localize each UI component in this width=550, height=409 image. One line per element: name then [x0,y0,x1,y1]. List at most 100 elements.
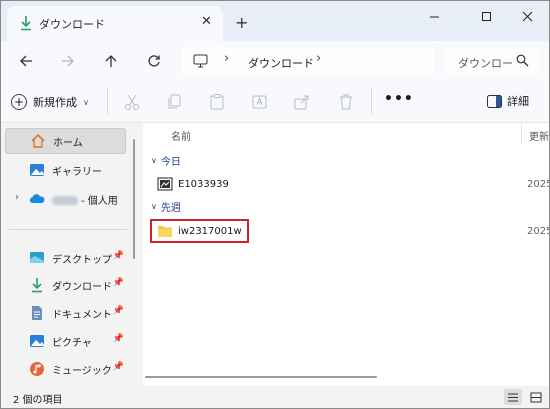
cut-icon[interactable] [123,93,141,111]
title-bar: ダウンロード ✕ + [1,1,549,41]
redacted-account-name [52,196,78,205]
sidebar-item-home[interactable]: ホーム [5,128,126,154]
sidebar-item-downloads[interactable]: ダウンロード 📌 [5,272,126,298]
home-icon [31,133,45,148]
breadcrumb-chevron-icon[interactable]: › [316,51,321,66]
divider [371,89,372,115]
close-icon [522,11,532,21]
horizontal-scrollbar[interactable] [145,376,377,378]
plus-icon: + [11,94,27,110]
file-explorer-window: ダウンロード ✕ + › ダウンロード › ダウンロー + 新規作成 ∨ •••… [0,0,550,409]
arrow-up-icon [105,55,117,67]
minimize-button[interactable] [411,1,457,31]
sidebar-divider [9,229,127,230]
sidebar-item-label: デスクトップ [52,254,112,266]
paste-icon[interactable] [208,93,226,111]
tiles-view-icon [530,392,542,402]
details-view-button[interactable] [504,389,522,405]
pictures-icon [30,335,44,347]
column-header-date[interactable]: 更新 [529,128,549,143]
chevron-down-icon: ∨ [151,156,157,165]
sidebar-item-gallery[interactable]: ギャラリー [5,157,126,183]
search-box[interactable]: ダウンロー [444,47,540,76]
sidebar-item-label: ホーム [53,137,83,149]
maximize-button[interactable] [463,1,509,31]
column-header-name[interactable]: 名前 [171,128,191,143]
new-tab-button[interactable]: + [235,13,248,32]
up-button[interactable] [100,50,122,72]
address-bar: › ダウンロード › ダウンロー [1,41,549,81]
tab-title: ダウンロード [39,18,105,31]
column-divider[interactable] [521,123,522,145]
desktop-icon [30,252,44,263]
close-window-button[interactable] [504,1,549,31]
close-tab-icon[interactable]: ✕ [201,14,212,29]
chevron-down-icon: ∨ [151,202,157,211]
refresh-icon [148,55,160,67]
details-pane-button[interactable]: 詳細 [487,93,529,109]
tiles-view-button[interactable] [527,389,545,405]
refresh-button[interactable] [143,50,165,72]
search-icon [516,54,529,67]
rename-icon[interactable] [251,93,269,111]
sidebar-item-label: ドキュメント [52,309,112,321]
sidebar-scrollbar[interactable] [133,139,135,259]
command-bar: + 新規作成 ∨ ••• 詳細 [1,81,549,123]
address-box[interactable]: › ダウンロード › [182,47,434,76]
maximize-icon [481,11,491,21]
file-name: E1033939 [178,178,229,190]
cloud-icon [29,194,45,203]
breadcrumb-downloads[interactable]: ダウンロード [248,55,314,71]
copy-icon[interactable] [165,93,183,111]
arrow-right-icon [62,55,74,67]
back-button[interactable] [15,50,37,72]
file-date: 2025 [527,178,550,190]
list-item[interactable]: E1033939 2025 [157,174,549,194]
list-view-icon [508,393,518,401]
delete-icon[interactable] [337,93,355,111]
divider [107,89,108,115]
pin-icon: 📌 [112,306,124,316]
download-icon [21,16,31,31]
sidebar-item-label: ミュージック [52,365,112,377]
music-icon [30,362,44,376]
sidebar-item-onedrive[interactable]: › - 個人用 [5,186,126,212]
chevron-right-icon[interactable]: › [15,192,19,203]
navigation-pane: ホーム ギャラリー › - 個人用 デスクトップ 📌 ダウンロード 📌 ドキュメ… [1,123,143,386]
new-button[interactable]: + 新規作成 ∨ [11,91,89,113]
arrow-left-icon [20,55,32,67]
sidebar-item-label: ギャラリー [52,166,102,178]
tab-downloads[interactable]: ダウンロード ✕ [7,6,223,41]
file-date: 2025 [527,225,550,237]
share-icon[interactable] [293,93,311,111]
status-bar: 2 個の項目 [1,386,549,408]
pin-icon: 📌 [112,334,124,344]
chevron-down-icon: ∨ [83,97,89,107]
highlight-box [150,219,249,243]
pin-icon: 📌 [112,278,124,288]
sidebar-item-music[interactable]: ミュージック 📌 [5,356,126,382]
breadcrumb-chevron-icon: › [224,51,230,66]
image-file-icon [157,177,173,191]
sidebar-item-desktop[interactable]: デスクトップ 📌 [5,245,126,271]
sidebar-item-label: ダウンロード [52,281,112,293]
more-options-button[interactable]: ••• [384,91,414,107]
group-label: 先週 [160,203,181,214]
documents-icon [32,306,42,320]
minimize-icon [429,16,439,17]
group-header-today[interactable]: ∨ 今日 [151,153,181,168]
search-placeholder: ダウンロー [458,57,513,70]
sidebar-item-label: ピクチャ [52,337,92,349]
sidebar-item-pictures[interactable]: ピクチャ 📌 [5,328,126,354]
sidebar-item-label: - 個人用 [81,195,118,207]
download-icon [32,278,42,293]
group-label: 今日 [160,157,181,168]
details-label: 詳細 [507,95,529,108]
computer-icon [193,54,208,68]
forward-button[interactable] [57,50,79,72]
pin-icon: 📌 [112,251,124,261]
group-header-last-week[interactable]: ∨ 先週 [151,199,181,214]
pin-icon: 📌 [112,362,124,372]
file-list: 名前 更新 ∨ 今日 E1033939 2025 ∨ 先週 iw2317001w… [143,123,549,386]
sidebar-item-documents[interactable]: ドキュメント 📌 [5,300,126,326]
